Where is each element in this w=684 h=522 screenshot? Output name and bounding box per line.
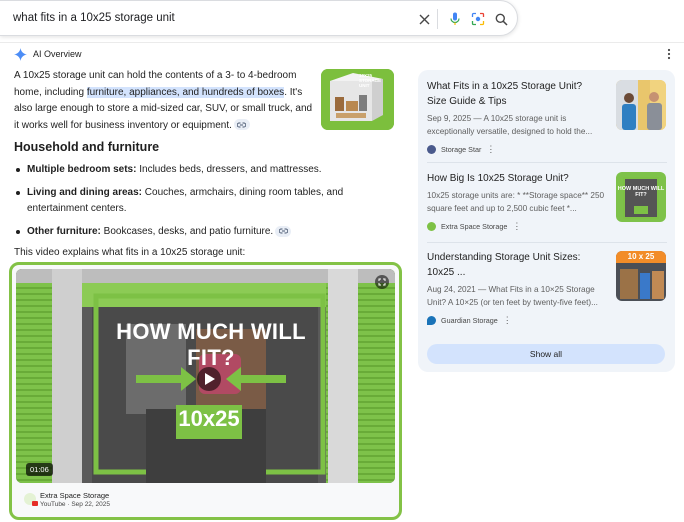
search-bar[interactable]: what fits in a 10x25 storage unit — [0, 0, 518, 36]
ai-overview-header: AI Overview — [14, 46, 82, 62]
more-options-icon[interactable] — [664, 47, 674, 61]
bullet-list: Multiple bedroom sets: Includes beds, dr… — [14, 162, 344, 247]
source-snippet: Aug 24, 2021 — What Fits in a 10×25 Stor… — [427, 285, 598, 307]
video-duration: 01:06 — [26, 463, 53, 476]
lens-icon[interactable] — [469, 10, 487, 28]
source-thumbnail[interactable]: HOW MUCH WILL FIT? — [616, 172, 666, 222]
thumbnail-label: HOW MUCH WILL FIT? — [617, 186, 665, 198]
video-card[interactable]: HOW MUCH WILL FIT? 10x25 01:06 Extra Spa… — [9, 262, 402, 520]
video-overlay-size: 10x25 — [178, 406, 240, 431]
list-item: Other furniture: Bookcases, desks, and p… — [14, 224, 344, 240]
video-player[interactable]: HOW MUCH WILL FIT? 10x25 01:06 — [16, 269, 395, 483]
source-title[interactable]: Understanding Storage Unit Sizes: 10x25 … — [427, 250, 603, 280]
source-title[interactable]: How Big Is 10x25 Storage Unit? — [427, 171, 603, 186]
video-frame — [16, 269, 395, 483]
search-input[interactable]: what fits in a 10x25 storage unit — [13, 12, 175, 24]
search-icon[interactable] — [492, 10, 510, 28]
source-card[interactable]: How Big Is 10x25 Storage Unit? 10x25 sto… — [427, 171, 667, 232]
mic-icon[interactable] — [446, 10, 464, 28]
source-card[interactable]: What Fits in a 10x25 Storage Unit? Size … — [427, 79, 667, 155]
source-site: Storage Star ⋮ — [427, 144, 667, 155]
citation-link-icon[interactable] — [275, 225, 292, 237]
video-meta: YouTube · Sep 22, 2025 — [40, 501, 110, 508]
bullet-text: Includes beds, dressers, and mattresses. — [136, 164, 322, 175]
site-logo — [427, 222, 436, 231]
sparkle-icon — [14, 47, 27, 61]
sources-panel: What Fits in a 10x25 Storage Unit? Size … — [418, 70, 675, 372]
section-heading: Household and furniture — [14, 140, 160, 154]
source-card[interactable]: Understanding Storage Unit Sizes: 10x25 … — [427, 250, 667, 326]
source-thumbnail[interactable]: 10 x 25 — [616, 251, 666, 301]
site-name: Extra Space Storage — [441, 222, 508, 231]
more-options-icon[interactable]: ⋮ — [503, 315, 512, 326]
citation-link-icon[interactable] — [233, 119, 250, 131]
search-divider — [437, 9, 438, 29]
source-divider — [427, 242, 667, 243]
bullet-bold: Other furniture: — [27, 226, 101, 237]
source-thumbnail[interactable] — [616, 80, 666, 130]
video-channel[interactable]: Extra Space Storage — [40, 491, 109, 500]
more-options-icon[interactable]: ⋮ — [512, 221, 521, 232]
site-name: Storage Star — [441, 145, 482, 154]
source-site: Extra Space Storage ⋮ — [427, 221, 667, 232]
ai-overview-title: AI Overview — [33, 49, 82, 59]
bullet-bold: Multiple bedroom sets: — [27, 164, 137, 175]
bullet-bold: Living and dining areas: — [27, 187, 143, 198]
source-divider — [427, 162, 667, 163]
source-snippet: Sep 9, 2025 — A 10x25 storage unit is ex… — [427, 114, 593, 136]
source-site: Guardian Storage ⋮ — [427, 315, 667, 326]
list-item: Living and dining areas: Couches, armcha… — [14, 185, 344, 217]
video-intro-text: This video explains what fits in a 10x25… — [14, 247, 246, 258]
overview-thumbnail[interactable]: 10X25 STORAGE UNIT — [321, 69, 394, 130]
thumbnail-label: 10X25 STORAGE UNIT — [359, 73, 382, 88]
video-overlay-title: HOW MUCH WILL FIT? — [116, 319, 306, 370]
ai-overview-intro: A 10x25 storage unit can hold the conten… — [14, 68, 314, 134]
thumbnail-label: 10 x 25 — [627, 252, 655, 261]
expand-icon[interactable] — [375, 275, 389, 289]
more-options-icon[interactable]: ⋮ — [486, 144, 495, 155]
site-name: Guardian Storage — [441, 316, 498, 325]
source-snippet: 10x25 storage units are: * **Storage spa… — [427, 191, 605, 213]
close-icon[interactable] — [415, 10, 433, 28]
intro-highlight: furniture, appliances, and hundreds of b… — [86, 86, 285, 98]
show-all-button[interactable]: Show all — [427, 344, 665, 364]
header-divider — [0, 42, 684, 43]
youtube-icon — [32, 501, 38, 506]
source-title[interactable]: What Fits in a 10x25 Storage Unit? Size … — [427, 79, 603, 109]
site-logo — [427, 145, 436, 154]
bullet-text: Bookcases, desks, and patio furniture. — [100, 226, 274, 237]
site-logo — [427, 316, 436, 325]
list-item: Multiple bedroom sets: Includes beds, dr… — [14, 162, 344, 178]
